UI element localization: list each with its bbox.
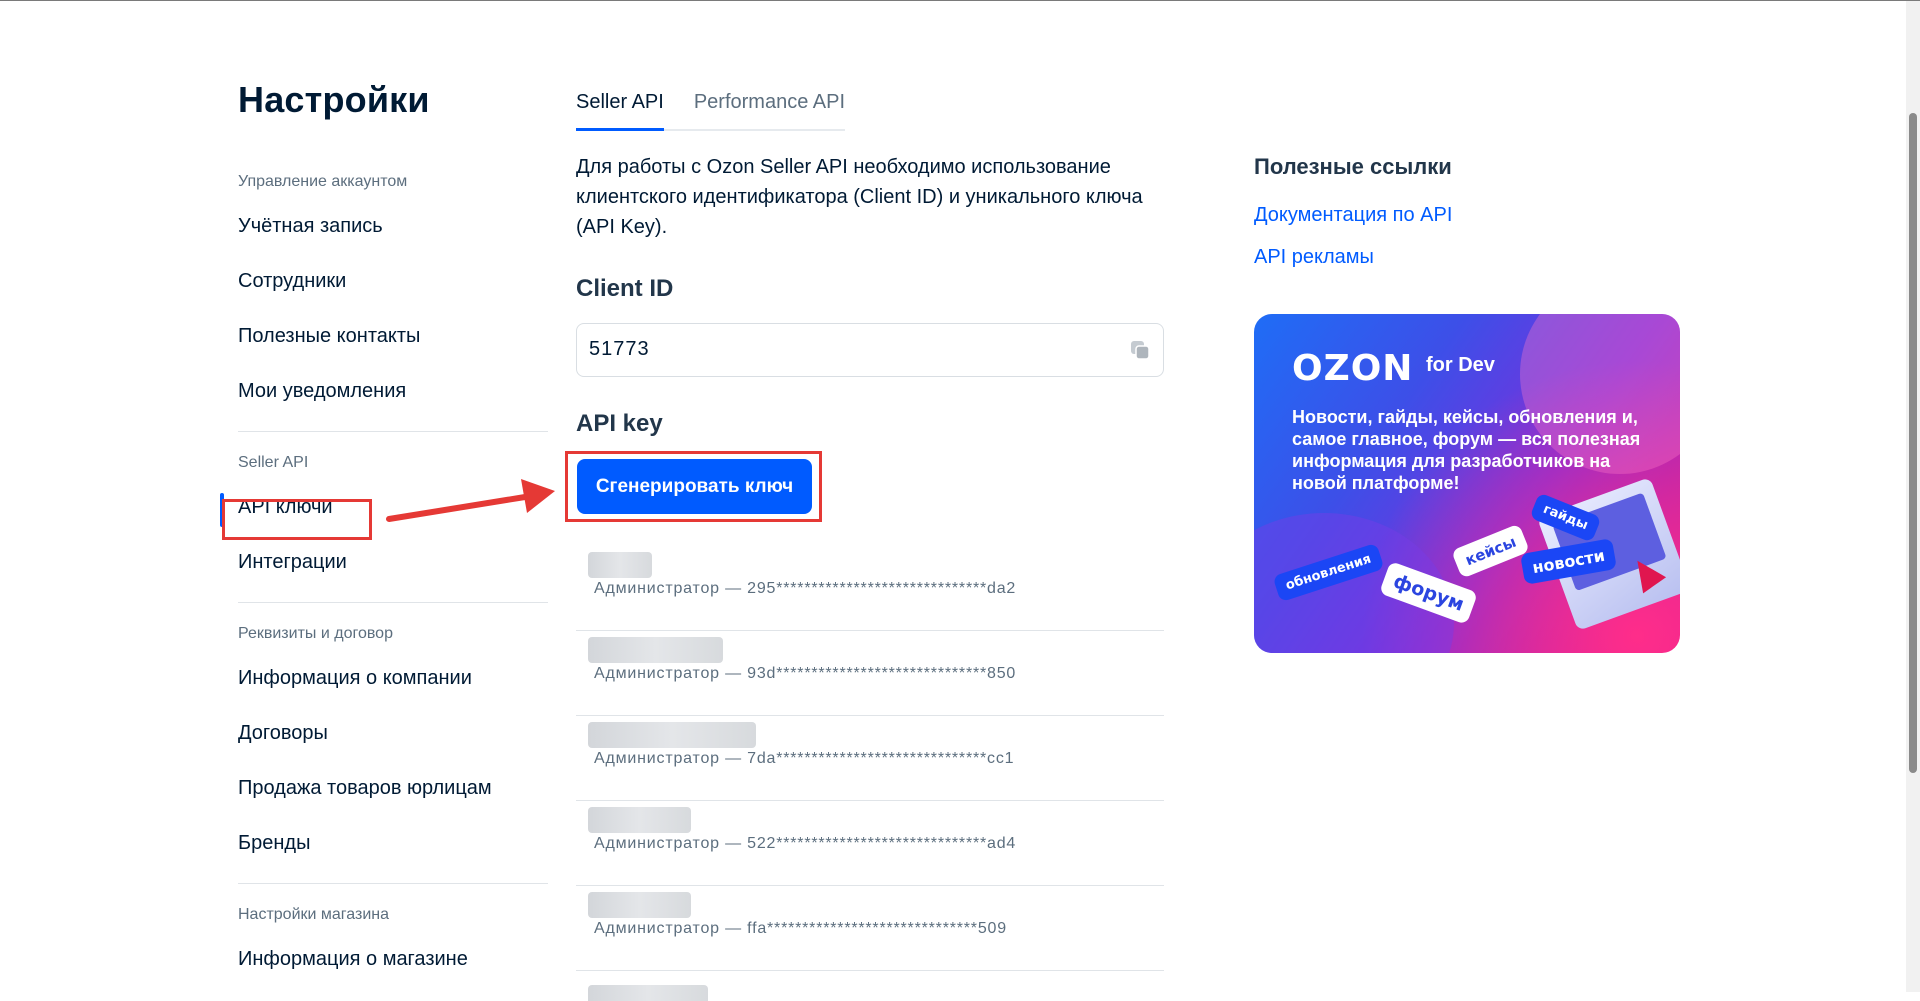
api-key-title: API key (576, 410, 663, 437)
key-name-redacted (588, 892, 691, 918)
settings-sidebar: Управление аккаунтом Учётная запись Сотр… (220, 171, 548, 987)
key-meta: Администратор — 7da*********************… (594, 750, 1015, 767)
client-id-field[interactable]: 51773 (576, 323, 1164, 377)
ozon-for-dev-banner[interactable]: OZON for Dev Новости, гайды, кейсы, обно… (1254, 314, 1680, 653)
scrollbar[interactable] (1906, 1, 1920, 992)
key-meta: Администратор — 522*********************… (594, 835, 1017, 852)
useful-links-title: Полезные ссылки (1254, 154, 1452, 179)
sidebar-item-integrations[interactable]: Интеграции (238, 535, 548, 590)
key-meta: Администратор — 295*********************… (594, 580, 1017, 597)
sidebar-item-notifications[interactable]: Мои уведомления (238, 364, 548, 419)
tab-seller-api[interactable]: Seller API (576, 89, 664, 131)
api-keys-list: Администратор — 295*********************… (576, 546, 1164, 1001)
sidebar-divider (238, 883, 548, 884)
sidebar-item-account[interactable]: Учётная запись (238, 199, 548, 254)
sidebar-divider (238, 431, 548, 432)
annotation-arrow (386, 479, 555, 522)
key-name-redacted (588, 722, 756, 748)
scrollbar-thumb[interactable] (1909, 113, 1917, 773)
sidebar-item-company-info[interactable]: Информация о компании (238, 651, 548, 706)
copy-icon[interactable] (1129, 339, 1151, 361)
banner-tag: кейсы (1451, 523, 1531, 579)
key-name-redacted (588, 637, 723, 663)
api-key-row[interactable]: Администратор — ffa*********************… (576, 886, 1164, 971)
key-name-redacted (588, 807, 691, 833)
link-ads-api[interactable]: API рекламы (1254, 246, 1374, 269)
sidebar-group-title-account: Управление аккаунтом (238, 173, 408, 190)
sidebar-item-contracts[interactable]: Договоры (238, 706, 548, 761)
sidebar-divider (238, 602, 548, 603)
client-id-title: Client ID (576, 275, 674, 302)
sidebar-item-b2b-sales[interactable]: Продажа товаров юрлицам (238, 761, 548, 816)
key-meta: Администратор — ffa*********************… (594, 920, 1007, 937)
banner-text: Новости, гайды, кейсы, обновления и, сам… (1292, 407, 1641, 493)
client-id-value: 51773 (589, 338, 650, 360)
tab-performance-api[interactable]: Performance API (694, 89, 845, 129)
sidebar-item-useful-contacts[interactable]: Полезные контакты (238, 309, 548, 364)
sidebar-item-store-info[interactable]: Информация о магазине (238, 932, 548, 987)
sidebar-group-title-store: Настройки магазина (238, 906, 390, 923)
link-api-docs[interactable]: Документация по API (1254, 204, 1452, 227)
api-key-row[interactable] (576, 971, 1164, 1001)
api-tabs: Seller API Performance API (576, 89, 846, 131)
key-meta: Администратор — 93d*********************… (594, 665, 1017, 682)
key-name-redacted (588, 985, 708, 1001)
ozon-logo-sub: for Dev (1426, 354, 1495, 376)
api-key-row[interactable]: Администратор — 295*********************… (576, 546, 1164, 631)
api-key-row[interactable]: Администратор — 522*********************… (576, 801, 1164, 886)
sidebar-item-brands[interactable]: Бренды (238, 816, 548, 871)
generate-key-button[interactable]: Сгенерировать ключ (577, 459, 812, 514)
key-name-redacted (588, 552, 652, 578)
annotation-box-api-keys (222, 499, 372, 540)
api-key-row[interactable]: Администратор — 7da*********************… (576, 716, 1164, 801)
ozon-logo: OZON (1292, 348, 1414, 389)
sidebar-group-title-seller-api: Seller API (238, 454, 309, 471)
api-key-row[interactable]: Администратор — 93d*********************… (576, 631, 1164, 716)
api-intro-text: Для работы с Ozon Seller API необходимо … (576, 156, 1143, 238)
sidebar-item-employees[interactable]: Сотрудники (238, 254, 548, 309)
sidebar-group-title-requisites: Реквизиты и договор (238, 625, 393, 642)
page-title: Настройки (238, 79, 430, 120)
